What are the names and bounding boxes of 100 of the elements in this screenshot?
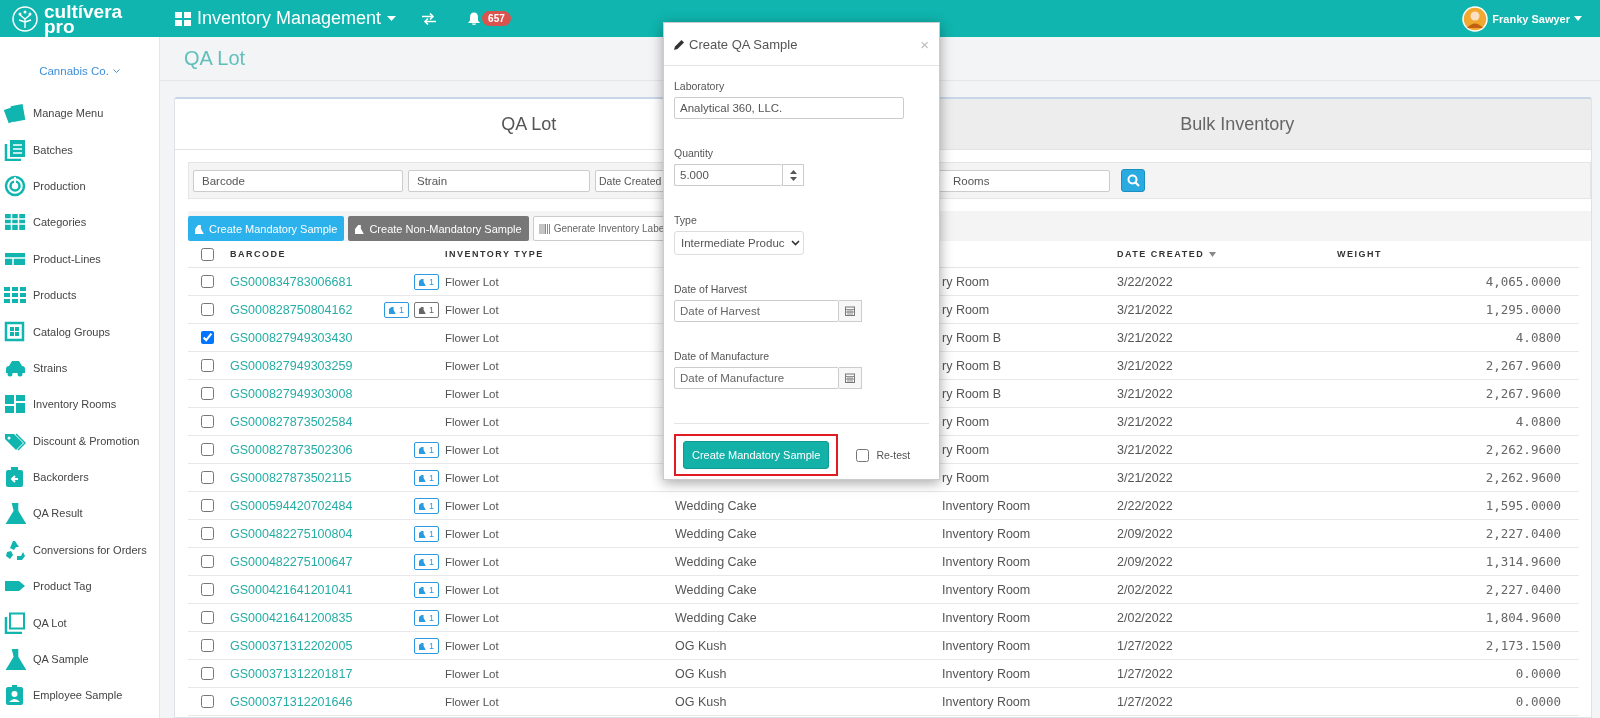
sidebar-item[interactable]: Discount & Promotion bbox=[0, 422, 159, 459]
table-cell: Flower Lot bbox=[445, 527, 499, 540]
blocks-icon bbox=[4, 393, 26, 416]
avatar-icon bbox=[1462, 5, 1489, 32]
sidebar-item[interactable]: Inventory Rooms bbox=[0, 386, 159, 423]
laboratory-field[interactable]: Analytical 360, LLC. bbox=[674, 97, 904, 119]
column-header[interactable]: BARCODE bbox=[230, 249, 286, 259]
row-checkbox[interactable] bbox=[200, 611, 214, 624]
stack-icon bbox=[4, 138, 26, 161]
flask-icon bbox=[419, 585, 426, 594]
table-cell: 2/02/2022 bbox=[1117, 582, 1173, 597]
harvest-date-field[interactable]: Date of Harvest bbox=[674, 300, 839, 322]
table-cell: ry Room bbox=[942, 302, 990, 317]
sidebar-item[interactable]: Conversions for Orders bbox=[0, 531, 159, 569]
flask-icon bbox=[419, 557, 426, 566]
column-header[interactable]: WEIGHT bbox=[1337, 249, 1382, 259]
sidebar-item[interactable]: Categories bbox=[0, 204, 159, 241]
table-cell: Inventory Room bbox=[942, 638, 1031, 653]
row-checkbox[interactable] bbox=[200, 527, 214, 540]
sample-count: 1 bbox=[429, 528, 434, 539]
sidebar-item[interactable]: Catalog Groups bbox=[0, 313, 159, 350]
sidebar-item[interactable]: Strains bbox=[0, 349, 159, 387]
column-header[interactable]: INVENTORY TYPE bbox=[445, 249, 544, 259]
select-all-checkbox[interactable] bbox=[200, 247, 214, 261]
table-cell: 3/22/2022 bbox=[1117, 274, 1173, 289]
row-checkbox[interactable] bbox=[200, 583, 214, 596]
sidebar-item[interactable]: Batches bbox=[0, 131, 159, 168]
chip-icon bbox=[4, 320, 26, 343]
pencil-icon bbox=[674, 38, 685, 50]
table-cell: Inventory Room bbox=[942, 526, 1031, 541]
action-button[interactable]: Create Non-Mandatory Sample bbox=[348, 216, 529, 241]
row-checkbox[interactable] bbox=[200, 331, 214, 344]
manufacture-date-field[interactable]: Date of Manufacture bbox=[674, 367, 839, 389]
table-cell: OG Kush bbox=[675, 666, 727, 681]
sidebar-item[interactable]: Products bbox=[0, 276, 159, 314]
sidebar-item[interactable]: Manage Menu bbox=[0, 95, 159, 132]
table-cell: Flower Lot bbox=[445, 583, 499, 596]
row-checkbox[interactable] bbox=[200, 639, 214, 652]
filter-field[interactable]: Date Created bbox=[595, 169, 665, 192]
sidebar-item[interactable]: Backorders bbox=[0, 458, 159, 496]
sidebar-item[interactable]: QA Lot bbox=[0, 604, 159, 641]
filter-field[interactable]: Barcode bbox=[193, 169, 403, 192]
table-cell: OG Kush bbox=[675, 638, 727, 653]
sidebar-item[interactable]: QA Sample bbox=[0, 640, 159, 678]
sidebar-item[interactable]: Product-Lines bbox=[0, 240, 159, 277]
row-checkbox[interactable] bbox=[200, 303, 214, 316]
column-header[interactable]: DATE CREATED bbox=[1117, 249, 1217, 259]
field-label: Date of Manufacture bbox=[674, 350, 771, 362]
table-cell: Flower Lot bbox=[445, 415, 499, 428]
sample-count: 1 bbox=[429, 500, 434, 511]
sidebar-item[interactable]: Production bbox=[0, 167, 159, 205]
table-cell: Inventory Room bbox=[942, 666, 1031, 681]
table-cell: Flower Lot bbox=[445, 331, 499, 344]
row-checkbox[interactable] bbox=[200, 499, 214, 512]
row-checkbox[interactable] bbox=[200, 667, 214, 680]
row-checkbox[interactable] bbox=[200, 387, 214, 400]
field-label: Quantity bbox=[674, 147, 715, 159]
field-label: Date of Harvest bbox=[674, 283, 748, 295]
sidebar-item[interactable]: QA Result bbox=[0, 495, 159, 532]
table-cell: Flower Lot bbox=[445, 611, 499, 624]
table-cell: 1,595.0000 bbox=[1485, 498, 1561, 513]
table-cell: Inventory Room bbox=[942, 554, 1031, 569]
row-checkbox[interactable] bbox=[200, 555, 214, 568]
table-cell: 4.0800 bbox=[1515, 414, 1561, 429]
barcode-icon bbox=[538, 223, 551, 234]
bell-icon[interactable] bbox=[468, 12, 481, 25]
sidebar-item[interactable]: Employee Sample bbox=[0, 677, 159, 714]
table-cell: ry Room B bbox=[942, 330, 1002, 345]
spinner-arrows-icon[interactable] bbox=[789, 169, 797, 181]
copy-icon bbox=[4, 611, 26, 634]
row-checkbox[interactable] bbox=[200, 359, 214, 372]
swap-icon[interactable] bbox=[422, 12, 437, 25]
logo-icon bbox=[12, 5, 38, 32]
table-cell: Wedding Cake bbox=[675, 610, 757, 625]
calendar-icon[interactable] bbox=[845, 306, 855, 316]
type-select[interactable]: Intermediate Produc bbox=[674, 231, 804, 255]
table-cell: 3/21/2022 bbox=[1117, 414, 1173, 429]
checkbox-label: Re-test bbox=[876, 449, 911, 461]
table-cell: ry Room B bbox=[942, 386, 1002, 401]
calendar-icon[interactable] bbox=[845, 373, 855, 383]
retest-checkbox[interactable] bbox=[856, 448, 870, 462]
table-cell: Flower Lot bbox=[445, 667, 499, 680]
row-checkbox[interactable] bbox=[200, 471, 214, 484]
flask-icon bbox=[4, 502, 26, 525]
table-cell: 1,804.9600 bbox=[1485, 610, 1561, 625]
recycle-icon bbox=[4, 538, 26, 561]
company-selector[interactable]: Cannabis Co. bbox=[39, 65, 120, 77]
row-checkbox[interactable] bbox=[200, 275, 214, 288]
flask-icon bbox=[388, 305, 396, 314]
table-cell: 3/21/2022 bbox=[1117, 442, 1173, 457]
filter-field[interactable]: Strain bbox=[408, 169, 590, 192]
row-checkbox[interactable] bbox=[200, 695, 214, 708]
table-cell: Flower Lot bbox=[445, 695, 499, 708]
table-cell: Flower Lot bbox=[445, 499, 499, 512]
sort-desc-icon[interactable] bbox=[1209, 251, 1217, 257]
row-checkbox[interactable] bbox=[200, 415, 214, 428]
sidebar-item[interactable]: Product Tag bbox=[0, 568, 159, 605]
row-checkbox[interactable] bbox=[200, 443, 214, 456]
search-button[interactable] bbox=[1121, 169, 1145, 192]
table-cell: Wedding Cake bbox=[675, 582, 757, 597]
